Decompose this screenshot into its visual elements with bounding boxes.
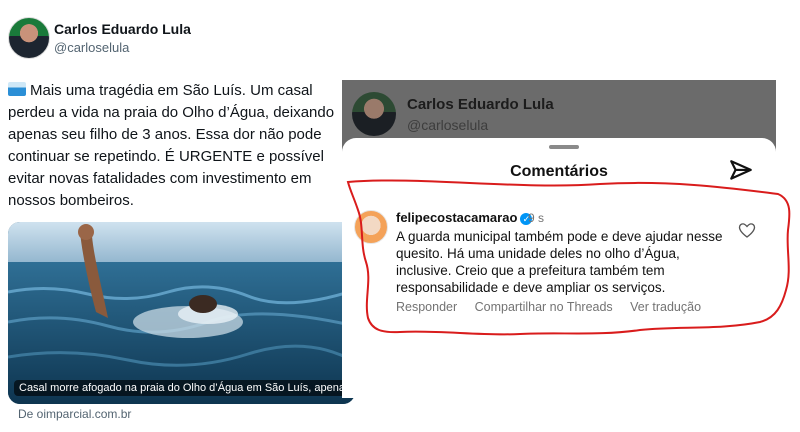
comment-actions: Responder Compartilhar no Threads Ver tr… — [396, 300, 715, 314]
see-translation-button[interactable]: Ver tradução — [630, 300, 701, 314]
share-threads-button[interactable]: Compartilhar no Threads — [475, 300, 613, 314]
commenter-username[interactable]: felipecostacamarao ✓ — [396, 210, 533, 225]
tweet-text: Mais uma tragédia em São Luís. Um casal … — [8, 80, 340, 212]
commenter-avatar[interactable] — [354, 210, 388, 244]
reply-button[interactable]: Responder — [396, 300, 457, 314]
comments-title: Comentários — [510, 163, 608, 180]
commenter-username-text[interactable]: felipecostacamarao — [396, 210, 517, 225]
author-handle[interactable]: @carloselula — [54, 40, 129, 55]
drowning-photo — [8, 222, 355, 404]
background-avatar — [352, 92, 396, 136]
author-avatar[interactable] — [8, 17, 50, 59]
heart-icon[interactable] — [738, 222, 756, 240]
background-name: Carlos Eduardo Lula — [407, 96, 554, 113]
send-icon[interactable] — [728, 158, 754, 184]
link-card[interactable]: Casal morre afogado na praia do Olho d’Á… — [8, 222, 355, 404]
comment-text: A guarda municipal também pode e deve aj… — [396, 229, 723, 295]
background-handle: @carloselula — [407, 117, 489, 133]
sheet-grab-handle[interactable] — [549, 145, 579, 149]
comment-time: 9 s — [528, 211, 545, 225]
card-caption: Casal morre afogado na praia do Olho d’Á… — [14, 380, 354, 396]
author-name[interactable]: Carlos Eduardo Lula — [54, 21, 191, 37]
wave-emoji-icon — [8, 82, 26, 96]
tweet-body: Mais uma tragédia em São Luís. Um casal … — [8, 82, 335, 209]
card-source[interactable]: De oimparcial.com.br — [18, 407, 131, 421]
